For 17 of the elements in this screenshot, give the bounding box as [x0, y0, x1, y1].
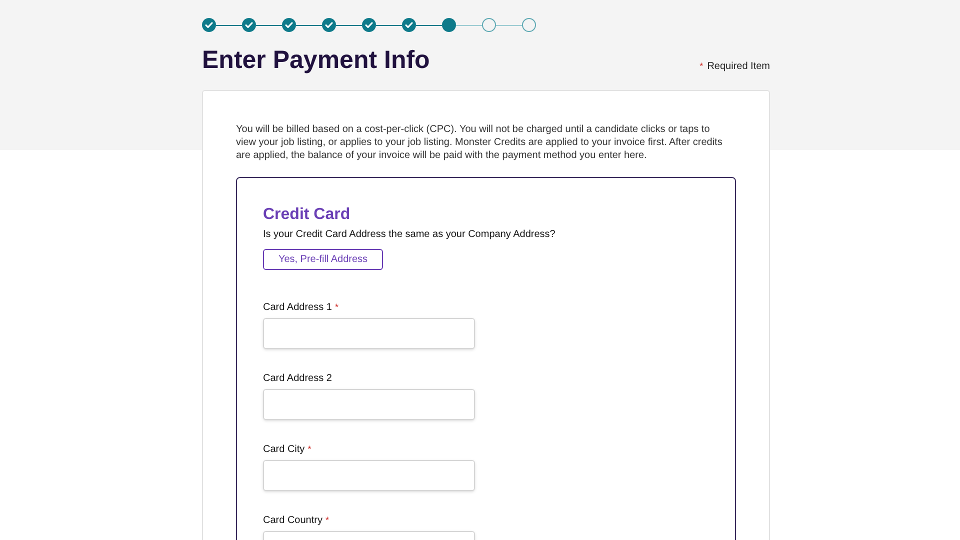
text-input-field[interactable]: [263, 460, 475, 491]
required-note: Required Item: [707, 60, 770, 74]
section-title: Credit Card: [263, 205, 352, 225]
field-label: Card Address 1: [263, 301, 332, 315]
prefill-address-button[interactable]: Yes, Pre-fill Address: [263, 249, 383, 270]
required-asterisk: *: [325, 514, 329, 527]
text-input-field[interactable]: [263, 318, 475, 349]
text-input-field[interactable]: [263, 389, 475, 420]
field-label: Card Country: [263, 514, 322, 528]
required-asterisk: *: [334, 300, 338, 314]
page-title: Enter Payment Info: [202, 45, 430, 75]
required-asterisk: *: [308, 442, 312, 456]
field-label: Card Address 2: [263, 372, 332, 386]
billing-description: You will be billed based on a cost-per-click (CPC). You will not be charged until a candidate clicks or taps to view your job listing, or applies to your job listing. Monster Credits are applied to your invoice first. After credits are applied, the balance of your invoice will be paid with the payment method you enter here.: [236, 123, 724, 162]
field-label: Card City: [263, 443, 305, 457]
required-asterisk: *: [700, 60, 704, 73]
address-question: Is your Credit Card Address the same as your Company Address?: [263, 228, 556, 242]
